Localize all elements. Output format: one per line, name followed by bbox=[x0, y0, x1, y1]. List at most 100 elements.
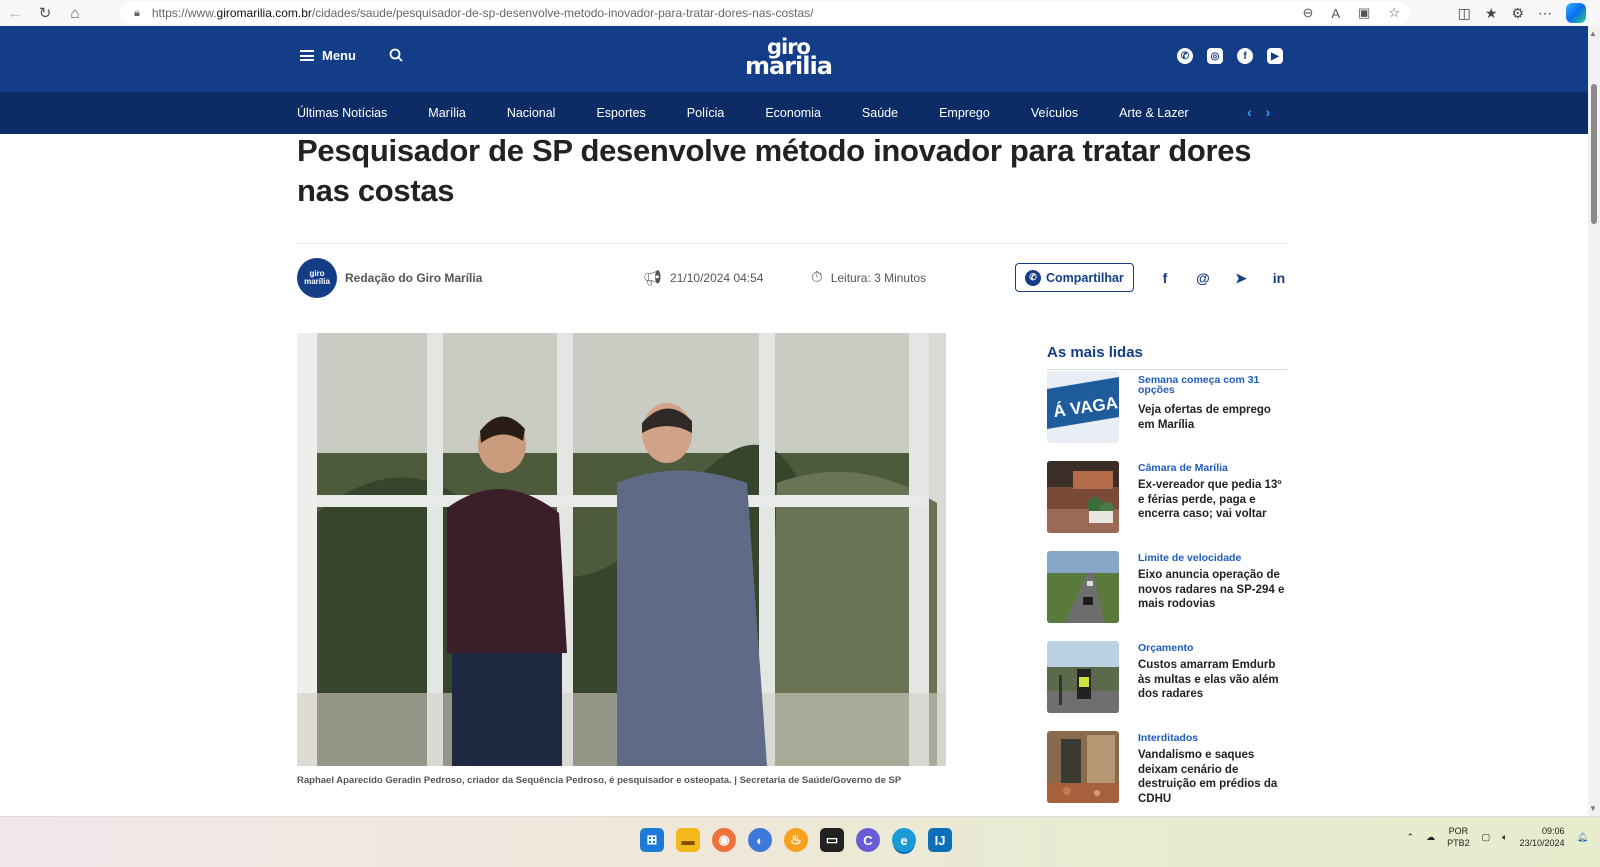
lock-icon[interactable]: 🔒︎ bbox=[134, 7, 140, 20]
lang-line-1: POR bbox=[1448, 826, 1469, 836]
most-read-sidebar: As mais lidas Á VAGA Semana começa com 3… bbox=[1047, 344, 1287, 805]
youtube-icon[interactable]: ▶ bbox=[1267, 48, 1283, 64]
whatsapp-icon[interactable]: ✆ bbox=[1177, 48, 1193, 64]
nav-item-saude[interactable]: Saúde bbox=[862, 106, 898, 120]
item-tag[interactable]: Semana começa com 31 opções bbox=[1138, 375, 1288, 396]
nav-next-arrow-icon[interactable]: › bbox=[1266, 104, 1271, 120]
facebook-share-icon[interactable]: f bbox=[1157, 270, 1173, 286]
favorites-icon[interactable]: ★ bbox=[1485, 5, 1498, 22]
item-headline[interactable]: Custos amarram Emdurb às multas e elas v… bbox=[1138, 658, 1288, 702]
nav-item-esportes[interactable]: Esportes bbox=[596, 106, 645, 120]
item-tag[interactable]: Interditados bbox=[1138, 733, 1288, 744]
threads-share-icon[interactable]: @ bbox=[1195, 270, 1211, 286]
category-nav: Últimas Notícias Marília Nacional Esport… bbox=[0, 92, 1588, 134]
address-bar[interactable]: 🔒︎ https://www.giromarilia.com.br/cidade… bbox=[120, 2, 1410, 24]
hamburger-icon bbox=[300, 50, 314, 61]
whatsapp-icon: ✆ bbox=[1025, 269, 1041, 286]
thumbnail-image[interactable] bbox=[1047, 641, 1119, 713]
list-item[interactable]: Limite de velocidade Eixo anuncia operaç… bbox=[1047, 551, 1287, 623]
scroll-down-arrow-icon[interactable]: ▼ bbox=[1589, 804, 1597, 813]
refresh-icon[interactable]: ↻ bbox=[30, 0, 60, 26]
thumbnail-image[interactable] bbox=[1047, 731, 1119, 803]
copilot-icon[interactable] bbox=[1566, 3, 1586, 23]
item-tag[interactable]: Câmara de Marília bbox=[1138, 463, 1288, 474]
nav-item-veiculos[interactable]: Veículos bbox=[1031, 106, 1078, 120]
nav-item-policia[interactable]: Polícia bbox=[687, 106, 725, 120]
split-screen-icon[interactable]: ◫ bbox=[1458, 5, 1471, 22]
sidebar-divider bbox=[1047, 369, 1287, 370]
list-item[interactable]: Á VAGA Semana começa com 31 opções Veja … bbox=[1047, 371, 1287, 443]
nav-item-marilia[interactable]: Marília bbox=[428, 106, 466, 120]
item-headline[interactable]: Eixo anuncia operação de novos radares n… bbox=[1138, 568, 1288, 612]
site-header: Menu giro marilia ✆ ◎ f ▶ bbox=[0, 26, 1588, 92]
ide-icon[interactable]: IJ bbox=[928, 828, 952, 852]
list-item[interactable]: Orçamento Custos amarram Emdurb às multa… bbox=[1047, 641, 1287, 713]
article-meta: giro marília Redação do Giro Marília 📢︎ … bbox=[297, 258, 1287, 298]
share-whatsapp-button[interactable]: ✆ Compartilhar bbox=[1015, 263, 1134, 292]
list-item[interactable]: Interditados Vandalismo e saques deixam … bbox=[1047, 731, 1288, 806]
linkedin-share-icon[interactable]: in bbox=[1271, 270, 1287, 286]
vertical-scrollbar[interactable]: ▲ ▼ bbox=[1588, 26, 1600, 816]
nav-item-ultimas-noticias[interactable]: Últimas Notícias bbox=[297, 106, 387, 120]
item-tag[interactable]: Limite de velocidade bbox=[1138, 553, 1288, 564]
thumbnail-image[interactable] bbox=[1047, 461, 1119, 533]
network-icon[interactable]: ☁ bbox=[1426, 832, 1435, 843]
menu-button[interactable]: Menu bbox=[300, 48, 356, 63]
article-title: Pesquisador de SP desenvolve método inov… bbox=[297, 133, 1252, 208]
app-icon[interactable]: ◐ bbox=[748, 828, 772, 852]
nav-item-emprego[interactable]: Emprego bbox=[939, 106, 990, 120]
nav-item-arte-lazer[interactable]: Arte & Lazer bbox=[1119, 106, 1188, 120]
nav-item-economia[interactable]: Economia bbox=[765, 106, 821, 120]
nav-item-nacional[interactable]: Nacional bbox=[507, 106, 556, 120]
more-options-icon[interactable]: ⋯ bbox=[1538, 5, 1552, 22]
volume-icon[interactable]: 🔈︎ bbox=[1502, 832, 1507, 843]
site-logo[interactable]: giro marilia bbox=[745, 37, 833, 79]
zoom-icon[interactable]: ⊖ bbox=[1302, 5, 1313, 21]
list-item[interactable]: Câmara de Marília Ex-vereador que pedia … bbox=[1047, 461, 1287, 533]
item-tag[interactable]: Orçamento bbox=[1138, 643, 1288, 654]
terminal-icon[interactable]: ▭ bbox=[820, 828, 844, 852]
author-name[interactable]: Redação do Giro Marília bbox=[345, 271, 482, 285]
file-explorer-icon[interactable]: ▬ bbox=[676, 828, 700, 852]
facebook-icon[interactable]: f bbox=[1237, 48, 1253, 64]
author-avatar[interactable]: giro marília bbox=[297, 258, 337, 298]
display-icon[interactable]: ▢ bbox=[1482, 832, 1491, 843]
back-icon[interactable]: ← bbox=[0, 0, 30, 26]
divider bbox=[297, 243, 1287, 244]
url-text[interactable]: https://www.giromarilia.com.br/cidades/s… bbox=[152, 6, 814, 20]
show-hidden-icons-icon[interactable]: ⌃ bbox=[1407, 832, 1415, 843]
flame-app-icon[interactable]: ♨ bbox=[784, 828, 808, 852]
telegram-share-icon[interactable]: ➤ bbox=[1233, 270, 1249, 286]
lang-line-2: PTB2 bbox=[1447, 838, 1470, 848]
url-path: /cidades/saude/pesquisador-de-sp-desenvo… bbox=[311, 6, 814, 20]
windows-start-icon[interactable]: ⊞ bbox=[640, 828, 664, 852]
thumbnail-image[interactable]: Á VAGA bbox=[1047, 371, 1119, 443]
clock-date: 23/10/2024 bbox=[1519, 838, 1565, 848]
publish-date: 21/10/2024 04:54 bbox=[670, 271, 764, 285]
scrollbar-thumb[interactable] bbox=[1591, 84, 1597, 224]
item-headline[interactable]: Veja ofertas de emprego em Marília bbox=[1138, 403, 1288, 432]
language-indicator[interactable]: POR PTB2 bbox=[1447, 825, 1470, 849]
url-host: giromarilia.com.br bbox=[216, 6, 312, 20]
browser-toolbar: ← ↻ ⌂ 🔒︎ https://www.giromarilia.com.br/… bbox=[0, 0, 1600, 26]
item-headline[interactable]: Ex-vereador que pedia 13º e férias perde… bbox=[1138, 478, 1288, 522]
favorite-star-icon[interactable]: ☆ bbox=[1388, 5, 1400, 21]
url-prefix: https://www. bbox=[151, 6, 217, 20]
notification-bell-icon[interactable]: 🔔︎ bbox=[1577, 832, 1588, 843]
read-aloud-icon[interactable]: A bbox=[1331, 6, 1340, 21]
clock-time: 09:06 bbox=[1542, 826, 1565, 836]
home-icon[interactable]: ⌂ bbox=[60, 0, 90, 26]
system-clock[interactable]: 09:06 23/10/2024 bbox=[1520, 825, 1565, 849]
browser-app-icon[interactable]: C bbox=[856, 828, 880, 852]
immersive-reader-icon[interactable]: ▣ bbox=[1358, 5, 1370, 21]
thumbnail-image[interactable] bbox=[1047, 551, 1119, 623]
nav-prev-arrow-icon[interactable]: ‹ bbox=[1247, 104, 1252, 120]
search-icon[interactable] bbox=[389, 48, 403, 65]
instagram-icon[interactable]: ◎ bbox=[1207, 48, 1223, 64]
item-headline[interactable]: Vandalismo e saques deixam cenário de de… bbox=[1138, 748, 1288, 806]
scroll-up-arrow-icon[interactable]: ▲ bbox=[1589, 29, 1597, 38]
extensions-icon[interactable]: ⚙ bbox=[1511, 5, 1524, 22]
reading-time: Leitura: 3 Minutos bbox=[830, 270, 927, 285]
firefox-icon[interactable]: ◉ bbox=[712, 828, 736, 852]
edge-icon[interactable]: e bbox=[892, 828, 916, 852]
